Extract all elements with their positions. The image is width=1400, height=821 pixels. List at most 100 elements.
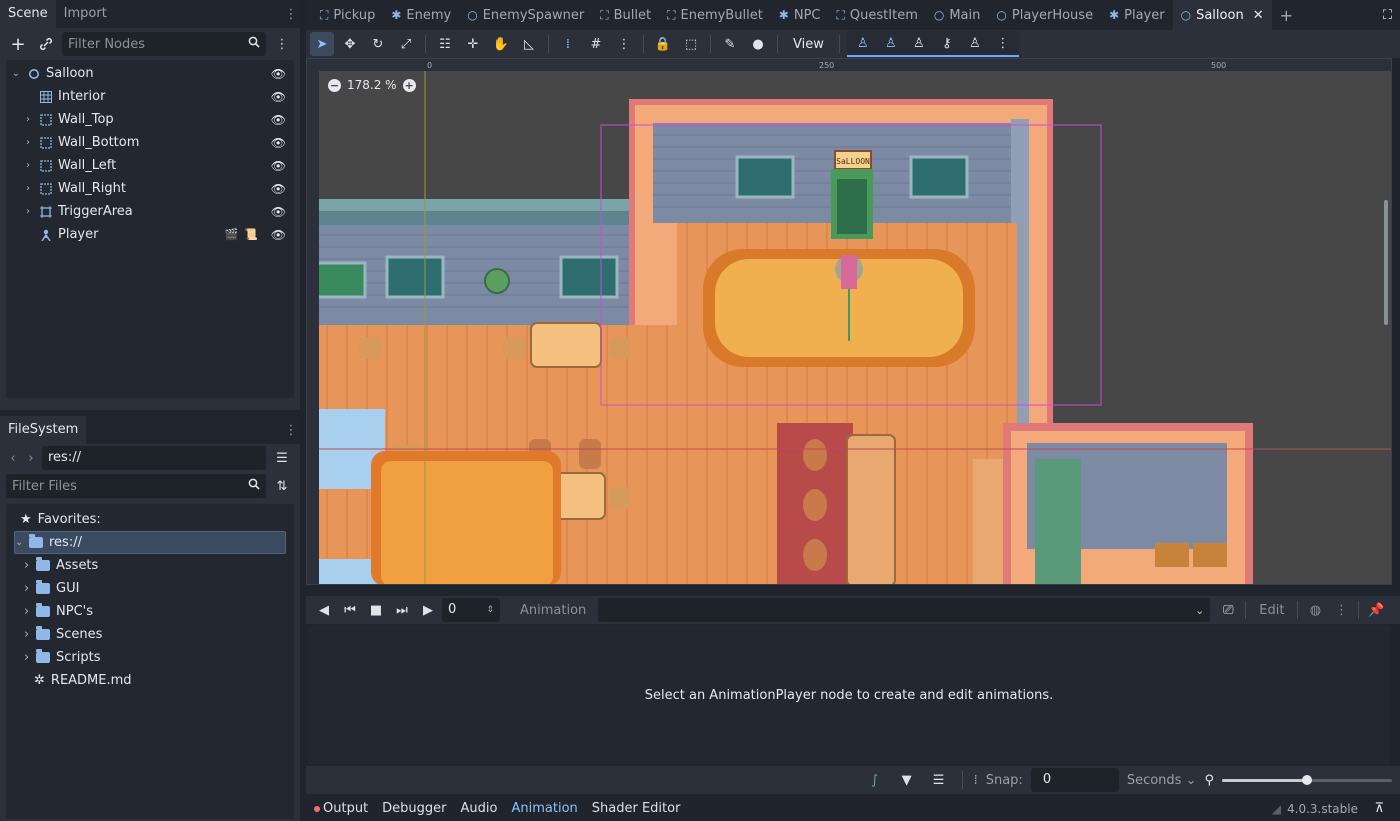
smart-snap-icon[interactable]: ⁞ (556, 32, 580, 56)
link-icon[interactable] (34, 32, 58, 56)
tab-scene-playerhouse[interactable]: ○ PlayerHouse (988, 0, 1101, 30)
file-row-readme[interactable]: ✲ README.md (6, 669, 294, 692)
insert-key-icon[interactable]: ⚷ (935, 31, 959, 55)
expand-icon[interactable]: › (22, 206, 34, 217)
folder-row-scenes[interactable]: › Scenes (6, 623, 294, 646)
grid-snap-icon[interactable]: # (584, 32, 608, 56)
filter-nodes-input[interactable]: Filter Nodes (62, 32, 266, 56)
filter-icon[interactable]: ▼ (895, 768, 919, 792)
zoom-in-icon[interactable]: + (402, 78, 416, 92)
expand-icon[interactable]: › (22, 114, 34, 125)
visibility-eye-icon[interactable]: 👁 (271, 159, 286, 173)
expand-icon[interactable]: › (24, 558, 34, 573)
expand-icon[interactable]: › (24, 650, 34, 665)
play-backwards-from-end-icon[interactable]: ⏮ (338, 598, 362, 622)
folder-row-assets[interactable]: › Assets (6, 554, 294, 577)
list-select-icon[interactable]: ☷ (433, 32, 457, 56)
zoom-out-icon[interactable]: − (328, 78, 341, 92)
lock-icon[interactable]: 🔒 (651, 32, 675, 56)
tab-scene-questitem[interactable]: ⛶ QuestItem (829, 0, 926, 30)
expand-icon[interactable]: › (24, 627, 34, 642)
onion-options-icon[interactable]: ⋮ (1329, 598, 1353, 622)
auto-key-icon[interactable]: ♙ (963, 31, 987, 55)
expand-icon[interactable]: › (22, 137, 34, 148)
tab-scene-enemyspawner[interactable]: ○ EnemySpawner (459, 0, 592, 30)
tree-node-wall-bottom[interactable]: › Wall_Bottom 👁 (6, 131, 294, 154)
expand-icon[interactable]: › (22, 183, 34, 194)
onion-skin-icon[interactable]: ◍ (1303, 598, 1327, 622)
play-icon[interactable]: ▶ (416, 598, 440, 622)
tab-scene-salloon[interactable]: ○ Salloon ✕ (1172, 0, 1272, 30)
tab-audio[interactable]: Audio (461, 801, 498, 816)
scene-instance-icons[interactable]: 🎬📜 (225, 228, 264, 241)
res-root-row[interactable]: ⌄ res:// (14, 531, 286, 554)
tab-scene-pickup[interactable]: ⛶ Pickup (312, 0, 383, 30)
tree-node-salloon[interactable]: ⌄ Salloon 👁 (6, 62, 294, 85)
group-icon[interactable]: ⬚ (679, 32, 703, 56)
tab-import[interactable]: Import (56, 0, 115, 28)
folder-row-npcs[interactable]: › NPC's (6, 600, 294, 623)
unit-select[interactable]: Seconds ⌄ (1127, 773, 1197, 788)
tree-node-wall-right[interactable]: › Wall_Right 👁 (6, 177, 294, 200)
bone-icon[interactable]: ✎ (718, 32, 742, 56)
tree-node-interior[interactable]: Interior 👁 (6, 85, 294, 108)
tab-scene-bullet[interactable]: ⛶ Bullet (592, 0, 659, 30)
visibility-eye-icon[interactable]: 👁 (271, 67, 286, 81)
path-field[interactable]: res:// (42, 446, 266, 470)
edit-menu[interactable]: Edit (1251, 603, 1292, 618)
expand-icon[interactable]: › (22, 160, 34, 171)
scale-mode-icon[interactable]: ⤢ (394, 32, 418, 56)
play-backwards-icon[interactable]: ◀ (312, 598, 336, 622)
key-scale-icon[interactable]: ♙ (907, 31, 931, 55)
keying-options-icon[interactable]: ⋮ (991, 31, 1015, 55)
tree-node-player[interactable]: Player 🎬📜 👁 (6, 223, 294, 246)
time-spinbox[interactable]: 0 ⇕ (442, 598, 500, 622)
favorites-row[interactable]: ★ Favorites: (6, 508, 294, 531)
panel-expand-icon[interactable]: ⊼ (1374, 801, 1384, 816)
folder-row-scripts[interactable]: › Scripts (6, 646, 294, 669)
tree-node-wall-left[interactable]: › Wall_Left 👁 (6, 154, 294, 177)
ruler-icon[interactable]: ◺ (517, 32, 541, 56)
distraction-free-icon[interactable]: ⛶ (1375, 0, 1400, 30)
move-mode-icon[interactable]: ✥ (338, 32, 362, 56)
add-node-icon[interactable]: + (6, 32, 30, 56)
pan-hand-icon[interactable]: ✋ (489, 32, 513, 56)
tab-scene-npc[interactable]: ✱ NPC (771, 0, 829, 30)
close-icon[interactable]: ✕ (1253, 8, 1264, 23)
tree-node-triggerarea[interactable]: › TriggerArea 👁 (6, 200, 294, 223)
pivot-icon[interactable]: ✛ (461, 32, 485, 56)
add-tab-button[interactable]: + (1272, 0, 1301, 30)
pin-icon[interactable]: 📌 (1364, 598, 1388, 622)
tab-debugger[interactable]: Debugger (382, 801, 446, 816)
canvas-viewport[interactable]: SaLLOON 0 250 500 (306, 58, 1392, 585)
stop-icon[interactable]: ■ (364, 598, 388, 622)
expand-icon[interactable]: › (24, 604, 34, 619)
track-list-icon[interactable]: ☰ (927, 768, 951, 792)
tab-filesystem[interactable]: FileSystem (0, 416, 87, 444)
visibility-eye-icon[interactable]: 👁 (271, 90, 286, 104)
split-mode-icon[interactable]: ☰ (270, 446, 294, 470)
collapse-icon[interactable]: ⌄ (15, 537, 27, 548)
tree-node-wall-top[interactable]: › Wall_Top 👁 (6, 108, 294, 131)
folder-row-gui[interactable]: › GUI (6, 577, 294, 600)
key-rotation-icon[interactable]: ♙ (879, 31, 903, 55)
scene-options-icon[interactable]: ⋮ (270, 32, 294, 56)
tab-scene-enemybullet[interactable]: ⛶ EnemyBullet (659, 0, 771, 30)
timeline-zoom-slider[interactable] (1222, 774, 1392, 785)
filter-files-input[interactable]: Filter Files (6, 474, 266, 498)
visibility-eye-icon[interactable]: 👁 (271, 228, 286, 242)
slider-knob[interactable] (1302, 774, 1312, 785)
visibility-eye-icon[interactable]: 👁 (271, 205, 286, 219)
collapse-icon[interactable]: ⌄ (10, 68, 22, 79)
spin-arrows-icon[interactable]: ⇕ (486, 598, 494, 622)
viewport-scrollbar[interactable] (1384, 200, 1388, 325)
visibility-eye-icon[interactable]: 👁 (271, 136, 286, 150)
animation-select[interactable]: ⌄ (598, 598, 1211, 622)
camera-icon[interactable]: ● (746, 32, 770, 56)
rotate-mode-icon[interactable]: ↻ (366, 32, 390, 56)
snap-options-icon[interactable]: ⋮ (612, 32, 636, 56)
zoom-level[interactable]: 178.2 % (347, 78, 397, 92)
dock-menu-icon[interactable]: ⋮ (282, 7, 300, 22)
tab-output[interactable]: Output (314, 801, 368, 816)
tab-scene[interactable]: Scene (0, 0, 56, 28)
